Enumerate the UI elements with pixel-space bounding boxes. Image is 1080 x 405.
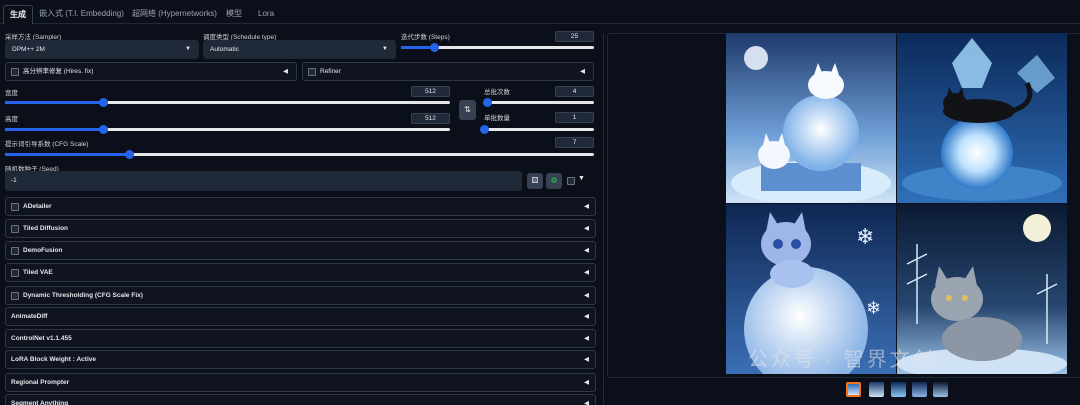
svg-text:❄: ❄ — [866, 298, 881, 319]
accordion-label: LoRA Block Weight : Active — [11, 356, 96, 363]
generated-image-2[interactable] — [897, 33, 1067, 203]
accordion-checkbox[interactable] — [11, 225, 19, 233]
generated-image-grid[interactable]: ❄ ❄ — [726, 33, 1068, 375]
tab-bar: 生成 嵌入式 (T.I. Embedding) 超网络 (Hypernetwor… — [0, 0, 1080, 24]
accordion-controlnet-v1-1-455[interactable]: ControlNet v1.1.455 ◀ — [5, 329, 596, 348]
recycle-icon: ♻ — [550, 176, 558, 185]
sampler-value: DPM++ 2M — [12, 46, 45, 53]
batch-count-number[interactable]: 4 — [555, 86, 594, 97]
batch-count-slider[interactable] — [483, 97, 594, 107]
accordion-regional-prompter[interactable]: Regional Prompter ◀ — [5, 373, 596, 392]
height-slider[interactable] — [5, 124, 450, 134]
tab-embedding[interactable]: 嵌入式 (T.I. Embedding) — [33, 5, 130, 24]
collapse-arrow-icon: ◀ — [584, 400, 589, 405]
schedule-value: Automatic — [210, 46, 239, 53]
chevron-down-icon: ▼ — [185, 46, 191, 52]
random-seed-button[interactable]: ⚄ — [527, 173, 543, 189]
accordion-adetailer[interactable]: ADetailer ◀ — [5, 197, 596, 216]
extra-seed-checkbox[interactable] — [567, 177, 575, 185]
width-number[interactable]: 512 — [411, 86, 450, 97]
accordion-label: DemoFusion — [23, 247, 63, 254]
thumbnail-3[interactable] — [912, 382, 927, 397]
accordion-label: Segment Anything — [11, 400, 69, 405]
accordion-checkbox[interactable] — [11, 292, 19, 300]
thumbnail-grid[interactable] — [846, 382, 861, 397]
width-label: 宽度 — [5, 90, 18, 97]
schedule-select[interactable]: Automatic ▼ — [203, 40, 396, 59]
height-label: 高度 — [5, 116, 18, 123]
accordion-demofusion[interactable]: DemoFusion ◀ — [5, 241, 596, 260]
steps-slider-thumb[interactable] — [429, 43, 439, 52]
dice-icon: ⚄ — [531, 176, 539, 185]
refiner-toggle[interactable]: Refiner ◀ — [302, 62, 594, 81]
collapse-arrow-icon: ◀ — [584, 269, 589, 276]
cfg-slider-thumb[interactable] — [124, 150, 134, 159]
collapse-arrow-icon: ◀ — [584, 356, 589, 363]
steps-label: 迭代步数 (Steps) — [401, 34, 450, 41]
accordion-tiled-vae[interactable]: Tiled VAE ◀ — [5, 263, 596, 282]
tab-generate[interactable]: 生成 — [3, 5, 33, 24]
steps-slider[interactable] — [401, 42, 594, 52]
accordion-label: ControlNet v1.1.455 — [11, 335, 72, 342]
tab-checkpoints[interactable]: 模型 — [220, 5, 248, 24]
tab-hypernetworks[interactable]: 超网络 (Hypernetworks) — [126, 5, 223, 24]
cfg-slider[interactable] — [5, 149, 594, 159]
accordion-dynamic-thresholding-cfg-scale-fix[interactable]: Dynamic Thresholding (CFG Scale Fix) ◀ — [5, 286, 596, 305]
hires-fix-label: 高分辨率修复 (Hires. fix) — [23, 68, 94, 75]
batch-size-label: 单批数量 — [484, 115, 510, 122]
collapse-arrow-icon: ◀ — [584, 292, 589, 299]
collapse-arrow-icon: ◀ — [584, 335, 589, 342]
refiner-checkbox[interactable] — [308, 68, 316, 76]
thumbnail-4[interactable] — [933, 382, 948, 397]
width-slider-thumb[interactable] — [98, 98, 108, 107]
batch-size-slider-thumb[interactable] — [480, 125, 489, 134]
batch-size-slider[interactable] — [480, 124, 594, 134]
cfg-number[interactable]: 7 — [555, 137, 594, 148]
collapse-arrow-icon: ◀ — [283, 68, 288, 75]
swap-icon: ⇅ — [464, 105, 471, 114]
cfg-label: 提示词引导系数 (CFG Scale) — [5, 141, 89, 148]
sampler-select[interactable]: DPM++ 2M ▼ — [5, 40, 199, 59]
reuse-seed-button[interactable]: ♻ — [546, 173, 562, 189]
svg-text:❄: ❄ — [856, 225, 874, 250]
accordion-tiled-diffusion[interactable]: Tiled Diffusion ◀ — [5, 219, 596, 238]
accordion-checkbox[interactable] — [11, 203, 19, 211]
height-number[interactable]: 512 — [411, 113, 450, 124]
accordion-label: AnimateDiff — [11, 313, 48, 320]
accordion-checkbox[interactable] — [11, 247, 19, 255]
accordion-animatediff[interactable]: AnimateDiff ◀ — [5, 307, 596, 326]
batch-count-label: 总批次数 — [484, 89, 510, 96]
swap-dimensions-button[interactable]: ⇅ — [459, 100, 476, 120]
height-slider-thumb[interactable] — [98, 125, 108, 134]
watermark-text: 公众号 · 智界文创 — [748, 349, 936, 371]
accordion-lora-block-weight-active[interactable]: LoRA Block Weight : Active ◀ — [5, 350, 596, 369]
accordion-label: Dynamic Thresholding (CFG Scale Fix) — [23, 292, 143, 299]
hires-fix-toggle[interactable]: 高分辨率修复 (Hires. fix) ◀ — [5, 62, 297, 81]
collapse-arrow-icon: ◀ — [584, 203, 589, 210]
width-slider[interactable] — [5, 97, 450, 107]
accordion-checkbox[interactable] — [11, 269, 19, 277]
collapse-arrow-icon: ◀ — [584, 313, 589, 320]
chevron-down-icon: ▼ — [382, 46, 388, 52]
collapse-arrow-icon: ◀ — [584, 247, 589, 254]
batch-size-number[interactable]: 1 — [555, 112, 594, 123]
collapse-arrow-icon: ◀ — [580, 68, 585, 75]
seed-input[interactable]: -1 — [5, 171, 522, 191]
hires-fix-checkbox[interactable] — [11, 68, 19, 76]
collapse-arrow-icon: ◀ — [584, 225, 589, 232]
accordion-label: ADetailer — [23, 203, 52, 210]
collapse-arrow-icon: ◀ — [584, 379, 589, 386]
accordion-label: Tiled VAE — [23, 269, 53, 276]
refiner-label: Refiner — [320, 68, 341, 75]
thumbnail-2[interactable] — [891, 382, 906, 397]
thumbnail-1[interactable] — [869, 382, 884, 397]
chevron-down-icon[interactable]: ▼ — [578, 175, 585, 182]
accordion-segment-anything[interactable]: Segment Anything ◀ — [5, 394, 596, 405]
steps-number[interactable]: 25 — [555, 31, 594, 42]
batch-count-slider-thumb[interactable] — [483, 98, 493, 107]
generated-image-1[interactable] — [726, 33, 896, 203]
tab-lora[interactable]: Lora — [252, 5, 280, 24]
accordion-label: Regional Prompter — [11, 379, 70, 386]
accordion-label: Tiled Diffusion — [23, 225, 69, 232]
